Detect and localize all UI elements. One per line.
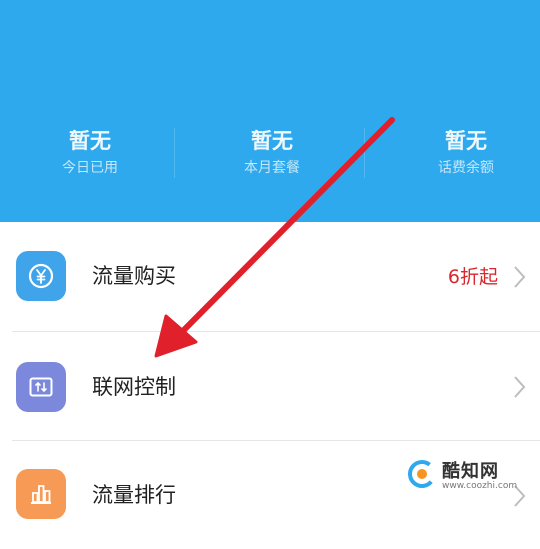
chevron-right-icon: [514, 266, 526, 288]
header-banner: 暂无 今日已用 暂无 本月套餐 暂无 话费余额: [0, 0, 540, 222]
chevron-right-icon: [514, 376, 526, 398]
stat-label: 今日已用: [62, 160, 118, 176]
stat-value: 暂无: [251, 129, 293, 153]
stat-today-used[interactable]: 暂无 今日已用: [0, 128, 180, 179]
network-toggle-icon: [16, 362, 66, 412]
stat-balance[interactable]: 暂无 话费余额: [376, 128, 540, 179]
menu-item-label: 流量购买: [92, 264, 176, 288]
yen-icon: [16, 251, 66, 301]
watermark-logo-icon: [408, 460, 436, 488]
stat-value: 暂无: [445, 129, 487, 153]
stat-label: 话费余额: [438, 160, 494, 176]
stat-value: 暂无: [69, 129, 111, 153]
watermark-name: 酷知网: [442, 461, 499, 482]
stat-divider: [174, 128, 175, 178]
watermark-url: www.coozhi.com: [442, 481, 518, 491]
watermark: 酷知网 www.coozhi.com: [408, 455, 518, 495]
menu-item-data-purchase[interactable]: 流量购买 6折起: [0, 222, 540, 330]
stat-monthly-plan[interactable]: 暂无 本月套餐: [182, 128, 362, 179]
menu-item-label: 联网控制: [92, 375, 176, 399]
stat-label: 本月套餐: [244, 160, 300, 176]
bar-chart-icon: [16, 469, 66, 519]
menu-item-label: 流量排行: [92, 483, 176, 507]
stat-divider: [364, 128, 365, 178]
discount-tag: 6折起: [447, 266, 498, 288]
menu-item-network-control[interactable]: 联网控制: [0, 332, 540, 440]
